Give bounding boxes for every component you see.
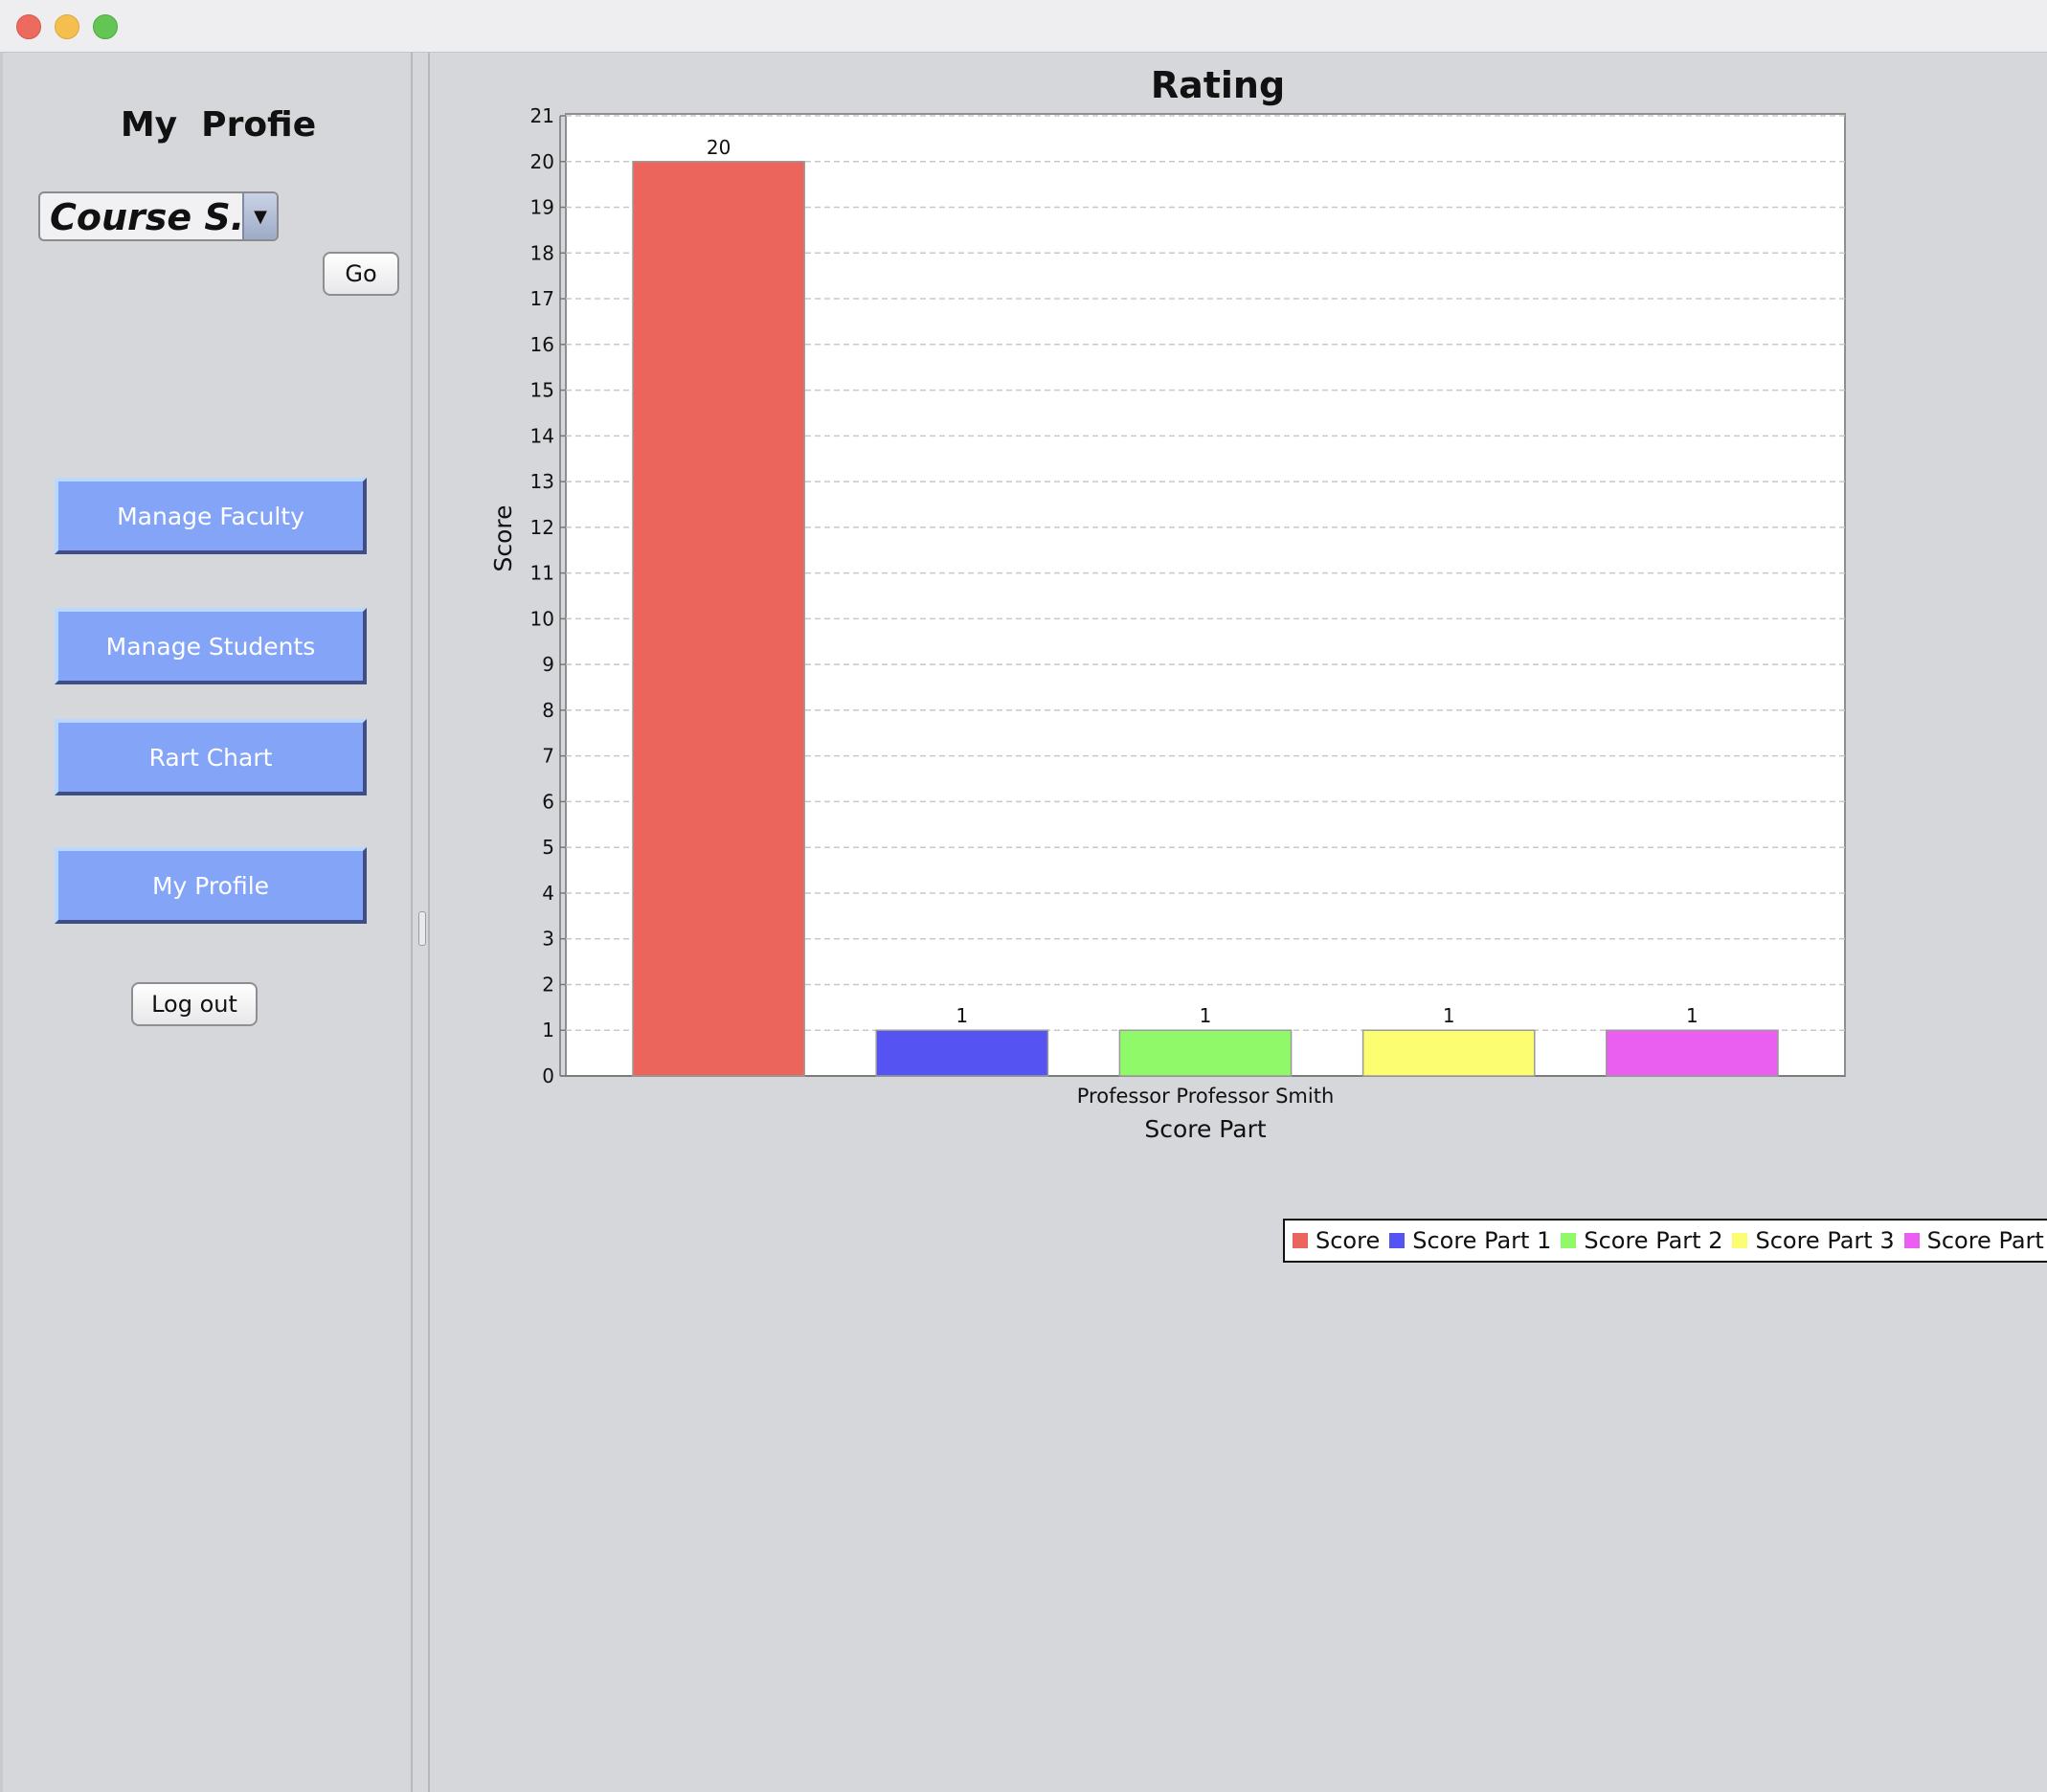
chart-panel: Rating 0 1 2 3 4 5 6 7 8 9 10 11 12 13 14 15 16 17 18 19 20 21… [430, 53, 2047, 1792]
legend-item: Score Part 2 [1561, 1227, 1722, 1254]
app-window: My Profie Course S... ▼ Go Manage Facult… [0, 0, 2047, 1792]
y-tick-label: 21 [530, 104, 554, 127]
bar-value-label: 20 [707, 136, 731, 159]
logout-button[interactable]: Log out [131, 982, 258, 1026]
y-tick-label: 9 [542, 653, 554, 676]
legend-item: Score [1293, 1227, 1380, 1254]
y-tick-label: 16 [530, 333, 554, 356]
manage-faculty-button[interactable]: Manage Faculty [55, 478, 367, 554]
legend-item: Score Part 3 [1732, 1227, 1895, 1254]
y-tick-label: 10 [530, 607, 554, 630]
y-tick-label: 1 [542, 1019, 554, 1042]
bar-1 [632, 161, 805, 1077]
y-tick-label: 12 [530, 516, 554, 539]
bar-value-label: 1 [1443, 1004, 1455, 1027]
bar-5 [1606, 1029, 1779, 1077]
y-tick-label: 20 [530, 150, 554, 173]
my-profile-button[interactable]: My Profile [55, 847, 367, 924]
course-select-value: Course S... [50, 196, 273, 238]
legend-label: Score [1316, 1227, 1381, 1254]
y-tick-label: 18 [530, 241, 554, 264]
course-select[interactable]: Course S... ▼ [38, 191, 279, 241]
maximize-icon[interactable] [93, 14, 118, 39]
legend-swatch [1293, 1233, 1308, 1248]
close-icon[interactable] [16, 14, 41, 39]
legend-label: Score Part 4 [1926, 1227, 2047, 1254]
y-tick-label: 15 [530, 379, 554, 402]
sidebar: My Profie Course S... ▼ Go Manage Facult… [3, 53, 411, 1792]
y-tick-label: 0 [542, 1064, 554, 1087]
chevron-down-icon[interactable]: ▼ [242, 193, 277, 239]
bar-4 [1361, 1029, 1536, 1077]
legend-label: Score Part 2 [1584, 1227, 1723, 1254]
profile-title: My Profie [120, 105, 317, 145]
y-tick-label: 2 [542, 973, 554, 996]
y-tick-label: 5 [542, 836, 554, 859]
title-bar [0, 0, 2047, 53]
y-tick-label: 3 [542, 928, 554, 951]
manage-students-button[interactable]: Manage Students [55, 608, 367, 684]
bar-value-label: 1 [1686, 1004, 1698, 1027]
bar-2 [875, 1029, 1049, 1077]
legend-item: Score Part 4 [1903, 1227, 2047, 1254]
legend-swatch [1903, 1233, 1920, 1248]
x-axis-label: Score Part [1144, 1115, 1267, 1143]
go-button[interactable]: Go [323, 252, 399, 296]
y-tick-label: 11 [530, 562, 554, 585]
legend-label: Score Part 3 [1755, 1227, 1895, 1254]
y-tick-label: 7 [542, 745, 554, 768]
y-tick-label: 8 [542, 699, 554, 722]
minimize-icon[interactable] [55, 14, 79, 39]
x-category-label: Professor Professor Smith [1077, 1085, 1335, 1108]
y-tick-label: 17 [530, 287, 554, 310]
split-pane-divider[interactable] [411, 53, 430, 1792]
y-tick-label: 13 [530, 470, 554, 493]
rart-chart-button[interactable]: Rart Chart [55, 719, 367, 795]
y-axis-label: Score [489, 504, 517, 571]
legend-swatch [1732, 1233, 1748, 1248]
legend-label: Score Part 1 [1412, 1227, 1552, 1254]
y-tick-label: 4 [542, 882, 554, 905]
legend-swatch [1389, 1233, 1406, 1248]
bar-value-label: 1 [1200, 1004, 1212, 1027]
bar-3 [1118, 1029, 1293, 1077]
rating-chart: Rating0123456789101112131415161718192021… [489, 64, 1846, 1143]
y-tick-label: 19 [530, 196, 554, 219]
y-tick-label: 6 [542, 790, 554, 813]
legend-swatch [1561, 1233, 1577, 1248]
y-tick-label: 14 [530, 424, 554, 447]
bar-value-label: 1 [956, 1004, 968, 1027]
chart-legend: Score Score Part 1 Score Part 2 Score Part … [1283, 1219, 2047, 1263]
legend-item: Score Part 1 [1389, 1227, 1551, 1254]
chart-title: Rating [1151, 64, 1285, 106]
splitter-grip-icon[interactable] [418, 911, 426, 946]
